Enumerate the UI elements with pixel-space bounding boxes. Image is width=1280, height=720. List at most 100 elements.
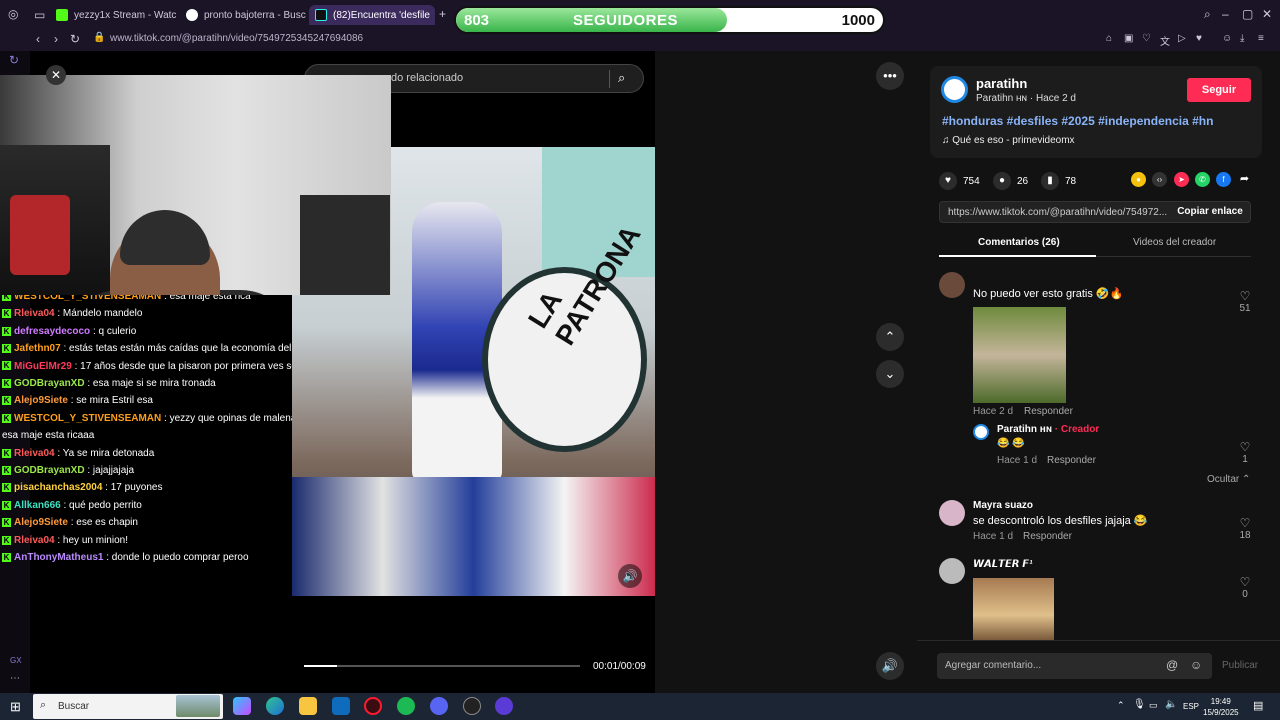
creator-name[interactable]: paratihn [976,76,1027,91]
menu-icon[interactable]: ≡ [1258,33,1264,44]
publish-button[interactable]: Publicar [1222,660,1258,671]
search-tabs-icon[interactable]: ⌕ [1204,7,1211,22]
comment-author[interactable]: 𝙒𝘼𝙇𝙏𝙀𝙍 𝙁¹ [973,559,1032,570]
spotify-icon[interactable] [397,697,415,715]
more-options-icon[interactable]: ••• [876,62,904,90]
avatar[interactable] [973,424,989,440]
sidebar-loader-icon[interactable]: ↻ [9,53,19,67]
chat-username[interactable]: Rleiva04 [14,448,55,459]
windows-start-icon[interactable]: ⊞ [10,699,21,715]
chat-username[interactable]: GODBrayanXD [14,465,85,476]
chat-username[interactable]: AnThonyMatheus1 [14,552,103,563]
close-window-icon[interactable]: ✕ [1262,7,1272,21]
share-icon[interactable]: ➦ [1237,172,1252,187]
follow-button[interactable]: Seguir [1187,78,1251,102]
creator-avatar[interactable] [941,76,968,103]
music-info[interactable]: ♫ Qué es eso - primevideomx [942,135,1075,146]
avatar[interactable] [939,558,965,584]
tab-creator-videos[interactable]: Videos del creador [1133,237,1216,248]
language-indicator[interactable]: ESP [1183,702,1199,711]
url-field[interactable]: www.tiktok.com/@paratihn/video/754972534… [110,33,363,44]
avatar[interactable] [939,272,965,298]
comment-image[interactable] [973,307,1066,403]
new-tab-icon[interactable]: + [439,7,446,21]
reply-button[interactable]: Responder [1047,455,1096,466]
snapshot-icon[interactable]: ▣ [1124,33,1133,44]
chat-username[interactable]: MiGuElMr29 [14,361,72,372]
speaker-icon[interactable]: 🔈 [1165,699,1177,710]
profile-icon[interactable]: ☺ [1222,33,1232,44]
bookmark-icon[interactable]: ♡ [1142,33,1151,44]
reload-icon[interactable]: ↻ [70,32,80,46]
like-stat[interactable]: ♥ 754 [939,172,980,190]
embed-icon[interactable]: ‹› [1152,172,1167,187]
notification-icon[interactable]: ▤ [1253,699,1263,712]
tab-manager-icon[interactable]: ▭ [34,8,45,22]
coin-icon[interactable]: ● [1131,172,1146,187]
video-link[interactable]: https://www.tiktok.com/@paratihn/video/7… [948,207,1168,218]
edge-icon[interactable] [266,697,284,715]
chat-username[interactable]: defresaydecoco [14,326,90,337]
sidebar-more-icon[interactable]: ⋯ [10,673,20,684]
video-progress-bar[interactable] [304,665,580,667]
tray-chevron-icon[interactable]: ⌃ [1117,700,1125,711]
opera-logo-icon[interactable]: ◎ [8,7,18,21]
chat-username[interactable]: WESTCOL_Y_STIVENSEAMAN [14,413,161,424]
outlook-icon[interactable] [332,697,350,715]
tab-tiktok[interactable]: (82)Encuentra 'desfile [309,5,435,25]
back-icon[interactable]: ‹ [36,32,40,46]
previous-video-icon[interactable]: ⌃ [876,323,904,351]
search-icon[interactable]: ⌕ [618,70,625,86]
comment-like[interactable]: ♡ 0 [1231,575,1259,600]
tab-kick-stream[interactable]: yezzy1x Stream - Watch Li [56,5,176,25]
tab-google-search[interactable]: pronto bajoterra - Buscar [186,5,306,25]
save-stat[interactable]: ▮ 78 [1041,172,1076,190]
gx-label[interactable]: GX [10,656,22,665]
heart-icon[interactable]: ♥ [1196,33,1202,44]
chat-username[interactable]: Allkan666 [14,500,61,511]
player-icon[interactable]: ▷ [1178,33,1186,44]
discord-icon[interactable] [430,697,448,715]
minimize-icon[interactable]: – [1222,7,1229,21]
translate-icon[interactable]: 文 [1160,33,1170,48]
hide-replies-button[interactable]: Ocultar ⌃ [1207,474,1250,485]
comment-like[interactable]: ♡ 18 [1231,516,1259,541]
maximize-icon[interactable]: ▢ [1242,7,1253,21]
chat-username[interactable]: Alejo9Siete [14,395,68,406]
comment-author[interactable]: Mayra suazo [973,500,1033,511]
mute-icon[interactable]: 🔊 [876,652,904,680]
send-icon[interactable]: ➤ [1174,172,1189,187]
chat-username[interactable]: Rleiva04 [14,308,55,319]
comment-image[interactable] [973,578,1054,640]
hashtags[interactable]: #honduras #desfiles #2025 #independencia… [942,114,1213,128]
chat-username[interactable]: Rleiva04 [14,535,55,546]
extension-icon[interactable]: ⌂ [1106,33,1112,44]
reply-button[interactable]: Responder [1023,531,1072,542]
comment-input[interactable]: Agregar comentario... @ ☺ [937,653,1212,679]
chat-username[interactable]: GODBrayanXD [14,378,85,389]
chat-username[interactable]: Jafethn07 [14,343,61,354]
clock[interactable]: 19:49 15/9/2025 [1203,696,1239,718]
tab-comments[interactable]: Comentarios (26) [978,237,1060,248]
emoji-icon[interactable]: ☺ [1190,658,1202,672]
app-icon[interactable] [495,697,513,715]
opera-gx-icon[interactable] [364,697,382,715]
network-icon[interactable]: ▭ [1149,700,1158,711]
mention-icon[interactable]: @ [1166,658,1178,672]
microphone-icon[interactable]: 🎙 [1133,699,1146,710]
reply-author[interactable]: Paratihn ʜɴ · Creador [997,424,1099,435]
file-explorer-icon[interactable] [299,697,317,715]
avatar[interactable] [939,500,965,526]
copilot-icon[interactable] [233,697,251,715]
comment-like[interactable]: ♡ 1 [1231,440,1259,465]
download-icon[interactable]: ⤓ [1240,33,1244,44]
whatsapp-icon[interactable]: ✆ [1195,172,1210,187]
close-icon[interactable]: ✕ [46,65,66,85]
facebook-icon[interactable]: f [1216,172,1231,187]
copy-link-button[interactable]: Copiar enlace [1168,202,1252,222]
taskbar-search[interactable]: ⌕ Buscar [33,694,223,719]
reply-button[interactable]: Responder [1024,406,1073,417]
chat-username[interactable]: pisachanchas2004 [14,482,102,493]
next-video-icon[interactable]: ⌄ [876,360,904,388]
comment-stat[interactable]: ● 26 [993,172,1028,190]
